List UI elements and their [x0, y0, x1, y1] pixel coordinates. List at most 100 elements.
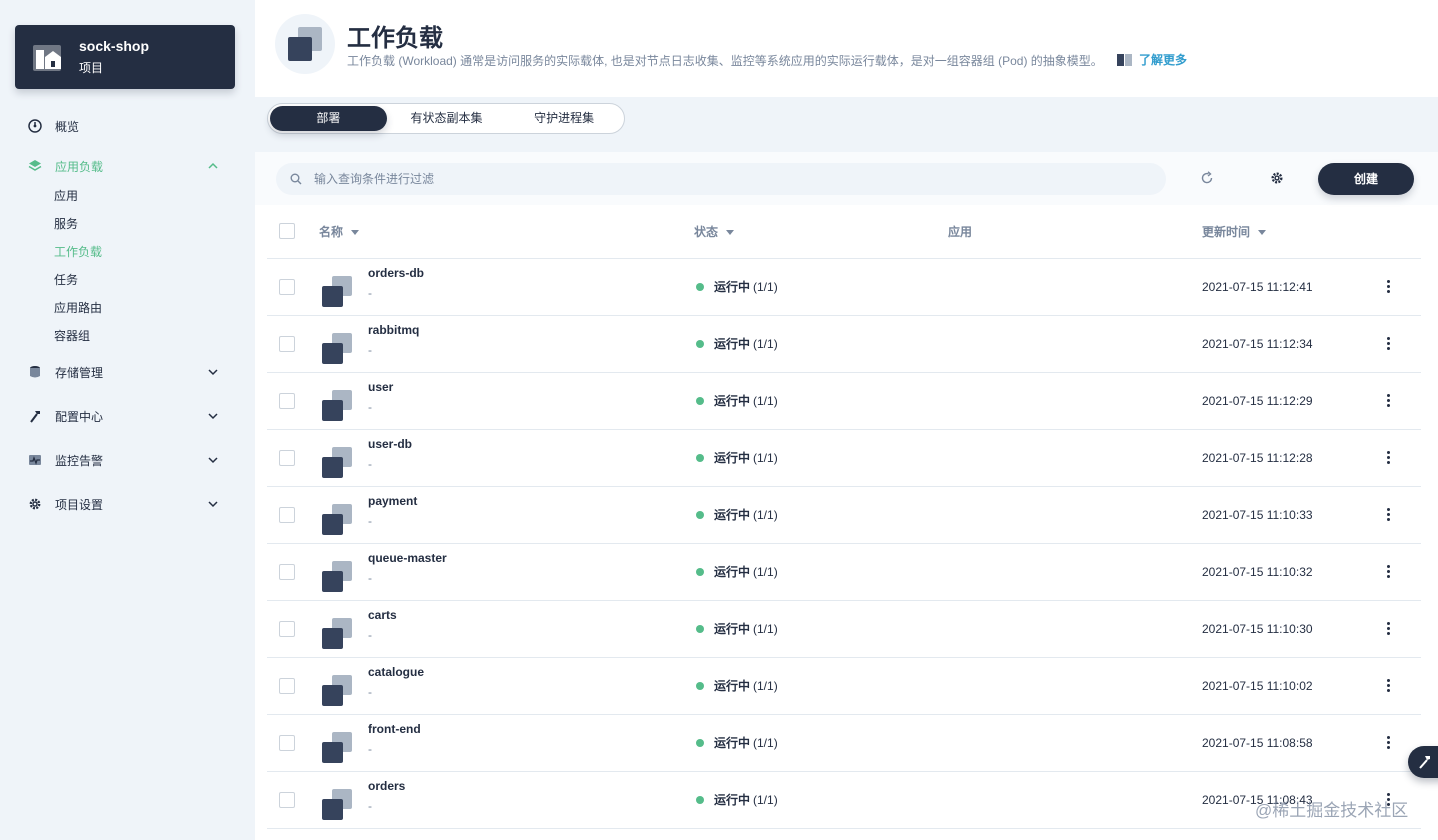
nav-item-settings[interactable]: 项目设置: [0, 488, 255, 520]
table-row[interactable]: rabbitmq - 运行中 (1/1) 2021-07-15 11:12:34: [267, 315, 1421, 373]
row-checkbox[interactable]: [279, 677, 295, 694]
workload-description: -: [368, 399, 372, 414]
row-checkbox[interactable]: [279, 278, 295, 295]
header-label: 应用: [948, 224, 973, 239]
nav-label: 概览: [55, 119, 80, 134]
page-description: 工作负载 (Workload) 通常是访问服务的实际载体, 也是对节点日志收集、…: [347, 54, 1103, 68]
book-icon: [1117, 53, 1132, 66]
table-row[interactable]: payment - 运行中 (1/1) 2021-07-15 11:10:33: [267, 486, 1421, 544]
row-checkbox[interactable]: [279, 563, 295, 580]
row-checkbox[interactable]: [279, 335, 295, 352]
workload-name[interactable]: orders: [368, 779, 405, 793]
more-actions-icon[interactable]: [1380, 336, 1396, 352]
page-title: 工作负载: [347, 25, 443, 52]
more-actions-icon[interactable]: [1380, 507, 1396, 523]
tab-daemonsets[interactable]: 守护进程集: [506, 106, 622, 131]
workload-icon: [322, 674, 352, 706]
table-row[interactable]: orders-db - 运行中 (1/1) 2021-07-15 11:12:41: [267, 258, 1421, 316]
refresh-icon: [1201, 171, 1213, 184]
sub-item-workloads[interactable]: 工作负载: [54, 238, 255, 266]
status-dot-icon: [696, 282, 704, 291]
more-actions-icon[interactable]: [1380, 678, 1396, 694]
more-actions-icon[interactable]: [1380, 279, 1396, 295]
column-header-name[interactable]: 名称: [307, 205, 694, 259]
hammer-icon: [1419, 756, 1430, 769]
row-checkbox[interactable]: [279, 506, 295, 523]
hammer-icon: [28, 409, 42, 423]
nav-item-monitoring[interactable]: 监控告警: [0, 444, 255, 476]
workload-name[interactable]: user-db: [368, 437, 412, 451]
workload-type-tabs: 部署 有状态副本集 守护进程集: [267, 103, 625, 134]
search-box[interactable]: [276, 163, 1166, 195]
toolbox-button[interactable]: [1408, 746, 1438, 778]
workload-name[interactable]: front-end: [368, 722, 421, 736]
table-row[interactable]: catalogue - 运行中 (1/1) 2021-07-15 11:10:02: [267, 657, 1421, 715]
more-actions-icon[interactable]: [1380, 450, 1396, 466]
header-label: 状态: [694, 224, 719, 239]
workload-name[interactable]: user: [368, 380, 393, 394]
more-actions-icon[interactable]: [1380, 393, 1396, 409]
project-name: sock-shop: [79, 38, 150, 54]
refresh-button[interactable]: [1199, 170, 1215, 186]
workload-description: -: [368, 798, 372, 813]
project-selector[interactable]: sock-shop 项目: [15, 25, 235, 89]
workload-description: -: [368, 741, 372, 756]
sort-caret-icon: [351, 230, 360, 236]
status-text: 运行中: [714, 565, 751, 579]
sub-item-apps[interactable]: 应用: [54, 182, 255, 210]
project-icon: [33, 45, 61, 71]
sub-item-services[interactable]: 服务: [54, 210, 255, 238]
chevron-down-icon: [208, 413, 218, 420]
select-all-checkbox[interactable]: [279, 223, 295, 240]
chevron-down-icon: [208, 457, 218, 464]
table-row[interactable]: orders - 运行中 (1/1) 2021-07-15 11:08:43: [267, 771, 1421, 829]
more-actions-icon[interactable]: [1380, 621, 1396, 637]
tab-deployments[interactable]: 部署: [270, 106, 387, 131]
row-checkbox[interactable]: [279, 620, 295, 637]
workload-name[interactable]: rabbitmq: [368, 323, 419, 337]
more-actions-icon[interactable]: [1380, 735, 1396, 751]
watermark: @稀土掘金技术社区: [1255, 801, 1409, 820]
create-button[interactable]: 创建: [1318, 163, 1414, 195]
table-row[interactable]: carts - 运行中 (1/1) 2021-07-15 11:10:30: [267, 600, 1421, 658]
updated-time: 2021-07-15 11:10:02: [1202, 678, 1313, 693]
updated-time: 2021-07-15 11:12:29: [1202, 393, 1313, 408]
workload-description: -: [368, 570, 372, 585]
workload-name[interactable]: carts: [368, 608, 397, 622]
search-input[interactable]: [314, 172, 1134, 186]
workload-description: -: [368, 513, 372, 528]
workload-name[interactable]: queue-master: [368, 551, 447, 565]
workload-icon: [322, 788, 352, 820]
table-row[interactable]: queue-master - 运行中 (1/1) 2021-07-15 11:10:32: [267, 543, 1421, 601]
nav-label: 配置中心: [55, 409, 104, 424]
row-checkbox[interactable]: [279, 791, 295, 808]
row-checkbox[interactable]: [279, 734, 295, 751]
tab-statefulsets[interactable]: 有状态副本集: [387, 106, 507, 131]
column-header-updated[interactable]: 更新时间: [1202, 205, 1370, 259]
status-text: 运行中: [714, 280, 751, 294]
settings-button[interactable]: [1269, 170, 1285, 186]
table-row[interactable]: user - 运行中 (1/1) 2021-07-15 11:12:29: [267, 372, 1421, 430]
column-header-status[interactable]: 状态: [694, 205, 948, 259]
table-row[interactable]: user-db - 运行中 (1/1) 2021-07-15 11:12:28: [267, 429, 1421, 487]
row-checkbox[interactable]: [279, 392, 295, 409]
nav-item-overview[interactable]: 概览: [0, 110, 255, 142]
nav-item-config[interactable]: 配置中心: [0, 400, 255, 432]
more-actions-icon[interactable]: [1380, 564, 1396, 580]
workload-name[interactable]: catalogue: [368, 665, 424, 679]
workload-name[interactable]: orders-db: [368, 266, 424, 280]
workload-name[interactable]: payment: [368, 494, 417, 508]
sub-item-jobs[interactable]: 任务: [54, 266, 255, 294]
nav-item-storage[interactable]: 存储管理: [0, 356, 255, 388]
sub-item-pods[interactable]: 容器组: [54, 322, 255, 350]
updated-time: 2021-07-15 11:12:41: [1202, 279, 1313, 294]
nav-item-app-workloads[interactable]: 应用负载: [0, 150, 255, 182]
workload-icon: [322, 275, 352, 307]
learn-more-link[interactable]: 了解更多: [1117, 51, 1187, 68]
sub-item-ingress[interactable]: 应用路由: [54, 294, 255, 322]
table-row[interactable]: front-end - 运行中 (1/1) 2021-07-15 11:08:58: [267, 714, 1421, 772]
status-dot-icon: [696, 339, 704, 348]
workload-list-panel: 创建 名称 状态 应用 更新时间 orders-db-运行中(1/1)2021-…: [255, 152, 1438, 840]
status-text: 运行中: [714, 622, 751, 636]
row-checkbox[interactable]: [279, 449, 295, 466]
